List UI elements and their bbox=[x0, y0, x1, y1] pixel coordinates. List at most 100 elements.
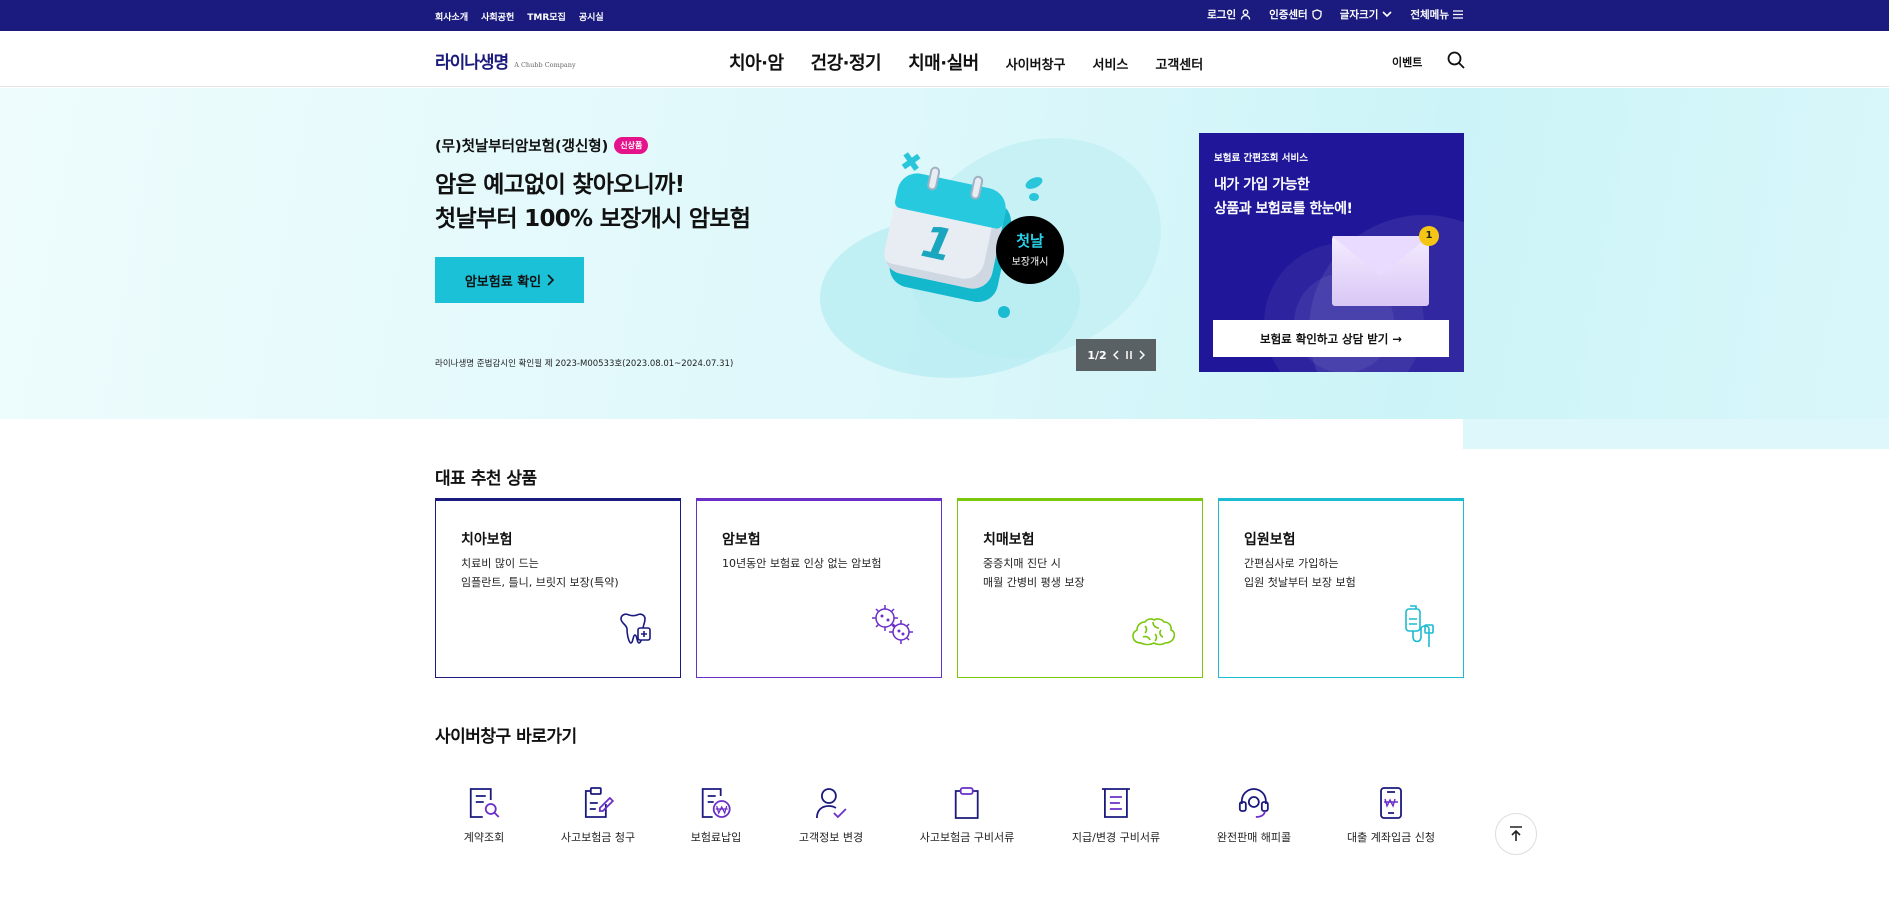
new-badge: 신상품 bbox=[614, 137, 649, 154]
shortcut-label: 보험료납입 bbox=[690, 831, 742, 844]
user-icon bbox=[1240, 9, 1251, 20]
pause-icon[interactable] bbox=[1125, 350, 1133, 360]
logo[interactable]: 라이나생명 A Chubb Company bbox=[435, 48, 576, 73]
menu-cyber[interactable]: 사이버창구 bbox=[1006, 54, 1066, 73]
document-list-icon bbox=[1101, 788, 1130, 818]
shortcut-label: 계약조회 bbox=[463, 831, 505, 844]
menu-service[interactable]: 서비스 bbox=[1093, 54, 1129, 73]
card-desc: 10년동안 보험료 인상 없는 암보험 bbox=[722, 554, 882, 573]
cta-label: 암보험료 확인 bbox=[464, 274, 542, 290]
event-link[interactable]: 이벤트 bbox=[1392, 54, 1422, 70]
menu-customer-center[interactable]: 고객센터 bbox=[1155, 54, 1203, 73]
card-dental[interactable]: 치아보험 치료비 많이 드는 임플란트, 틀니, 브릿지 보장(특약) bbox=[435, 498, 681, 678]
promo-label: 보험료 간편조회 서비스 bbox=[1214, 153, 1309, 164]
envelope-flap bbox=[1332, 236, 1429, 276]
cyber-title: 사이버창구 바로가기 bbox=[435, 727, 577, 747]
font-size-toggle[interactable]: 글자크기 bbox=[1340, 7, 1393, 22]
iv-drip-icon bbox=[1405, 605, 1434, 647]
menu-health-term[interactable]: 건강·정기 bbox=[811, 49, 882, 75]
card-dementia[interactable]: 치매보험 중증치매 진단 시 매월 간병비 평생 보장 bbox=[957, 498, 1203, 678]
chevron-down-icon bbox=[1382, 11, 1392, 18]
brain-icon bbox=[1132, 618, 1175, 646]
search-icon[interactable] bbox=[1447, 51, 1465, 69]
promo-title-line1: 내가 가입 가능한 bbox=[1214, 177, 1310, 193]
cancer-premium-button[interactable]: 암보험료 확인 bbox=[435, 257, 584, 303]
headset-icon bbox=[1239, 788, 1269, 818]
arrow-up-icon bbox=[1510, 826, 1522, 841]
shortcut-claim[interactable]: 사고보험금 청구 bbox=[561, 786, 635, 845]
cert-center-link[interactable]: 인증센터 bbox=[1269, 7, 1322, 22]
shield-icon bbox=[1312, 9, 1322, 20]
card-desc: 간편심사로 가입하는 입원 첫날부터 보장 보험 bbox=[1244, 554, 1356, 592]
hero-headline-line1: 암은 예고없이 찾아오니까! bbox=[435, 172, 685, 198]
hero-extension bbox=[1463, 419, 1889, 449]
first-day-sticker: 첫날 보장개시 bbox=[996, 216, 1064, 284]
tooth-icon bbox=[620, 613, 651, 644]
menu-dementia-senior[interactable]: 치매·실버 bbox=[908, 49, 979, 75]
scroll-to-top-button[interactable] bbox=[1495, 813, 1537, 855]
shortcut-label: 대출 계좌입금 신청 bbox=[1347, 831, 1435, 844]
card-desc: 중증치매 진단 시 매월 간병비 평생 보장 bbox=[983, 554, 1085, 592]
card-desc-line: 입원 첫날부터 보장 보험 bbox=[1244, 576, 1356, 589]
chevron-right-icon bbox=[547, 274, 555, 286]
shortcut-payment-docs[interactable]: 지급/변경 구비서류 bbox=[1072, 786, 1160, 845]
clipboard-pen-icon bbox=[585, 787, 615, 818]
logo-sub: A Chubb Company bbox=[514, 61, 576, 69]
cyber-shortcuts: 계약조회 사고보험금 청구 보험료납입 고객정보 변경 사고보험금 구비서류 지… bbox=[435, 786, 1464, 856]
login-label: 로그인 bbox=[1207, 9, 1237, 21]
card-title: 치아보험 bbox=[461, 532, 513, 548]
banner-pager: 1/2 bbox=[1076, 339, 1156, 371]
quote-consult-button[interactable]: 보험료 확인하고 상담 받기 → bbox=[1213, 320, 1449, 357]
prev-icon[interactable] bbox=[1112, 350, 1119, 360]
main-menu: 치아·암 건강·정기 치매·실버 사이버창구 서비스 고객센터 bbox=[729, 49, 1230, 75]
logo-name: 라이나생명 bbox=[435, 53, 509, 73]
utility-right: 로그인 인증센터 글자크기 전체메뉴 bbox=[1207, 7, 1463, 22]
notification-count: 1 bbox=[1419, 226, 1439, 246]
menu-dental-cancer[interactable]: 치아·암 bbox=[729, 49, 784, 75]
shortcut-label: 사고보험금 청구 bbox=[560, 831, 636, 844]
shortcut-contract-inquiry[interactable]: 계약조회 bbox=[464, 786, 504, 845]
shortcut-customer-info[interactable]: 고객정보 변경 bbox=[799, 786, 863, 845]
compliance-notice: 라이나생명 준법감시인 확인필 제 2023-M00533호(2023.08.0… bbox=[435, 359, 734, 369]
login-link[interactable]: 로그인 bbox=[1207, 7, 1251, 22]
shortcut-label: 완전판매 해피콜 bbox=[1216, 831, 1292, 844]
link-tmr[interactable]: TMR모집 bbox=[527, 10, 566, 23]
hero-product: (무)첫날부터암보험(갱신형) 신상품 bbox=[435, 135, 649, 156]
user-check-icon bbox=[816, 788, 847, 819]
product-cards: 치아보험 치료비 많이 드는 임플란트, 틀니, 브릿지 보장(특약) 암보험 … bbox=[435, 498, 1464, 678]
card-cancer[interactable]: 암보험 10년동안 보험료 인상 없는 암보험 bbox=[696, 498, 942, 678]
all-menu-label: 전체메뉴 bbox=[1410, 9, 1449, 21]
calendar-number: 1 bbox=[917, 216, 958, 273]
decor-dot bbox=[1029, 193, 1039, 201]
utility-bar: 회사소개 사회공헌 TMR모집 공시실 로그인 인증센터 글자크기 전체메뉴 bbox=[0, 0, 1889, 31]
card-hospital[interactable]: 입원보험 간편심사로 가입하는 입원 첫날부터 보장 보험 bbox=[1218, 498, 1464, 678]
all-menu-button[interactable]: 전체메뉴 bbox=[1410, 7, 1463, 22]
next-icon[interactable] bbox=[1139, 350, 1145, 360]
shortcut-label: 고객정보 변경 bbox=[798, 831, 864, 844]
link-disclosure[interactable]: 공시실 bbox=[579, 10, 604, 23]
card-desc: 치료비 많이 드는 임플란트, 틀니, 브릿지 보장(특약) bbox=[461, 554, 619, 592]
card-title: 암보험 bbox=[722, 532, 761, 548]
decor-dot bbox=[998, 306, 1010, 318]
shortcut-premium-payment[interactable]: 보험료납입 bbox=[690, 786, 742, 845]
promo-title: 내가 가입 가능한 상품과 보험료를 한눈에! bbox=[1214, 173, 1353, 221]
card-desc-line: 치료비 많이 드는 bbox=[461, 557, 539, 570]
shortcut-claim-docs[interactable]: 사고보험금 구비서류 bbox=[920, 786, 1014, 845]
hero-headline-line2: 첫날부터 100% 보장개시 암보험 bbox=[435, 206, 751, 232]
sticker-big: 첫날 bbox=[1016, 232, 1044, 250]
virus-icon bbox=[872, 605, 913, 644]
sticker-small: 보장개시 bbox=[1011, 257, 1049, 268]
phone-won-icon bbox=[1380, 787, 1402, 819]
won-payment-icon bbox=[702, 788, 731, 818]
link-company[interactable]: 회사소개 bbox=[435, 10, 468, 23]
card-desc-line: 임플란트, 틀니, 브릿지 보장(특약) bbox=[461, 576, 619, 589]
shortcut-happy-call[interactable]: 완전판매 해피콜 bbox=[1217, 786, 1291, 845]
link-social[interactable]: 사회공헌 bbox=[481, 10, 514, 23]
utility-links: 회사소개 사회공헌 TMR모집 공시실 bbox=[435, 10, 604, 23]
card-desc-line: 중증치매 진단 시 bbox=[983, 557, 1061, 570]
cert-label: 인증센터 bbox=[1269, 9, 1308, 21]
recommend-title: 대표 추천 상품 bbox=[435, 469, 537, 489]
card-title: 치매보험 bbox=[983, 532, 1035, 548]
hamburger-icon bbox=[1453, 10, 1463, 19]
shortcut-loan-deposit[interactable]: 대출 계좌입금 신청 bbox=[1347, 786, 1435, 845]
